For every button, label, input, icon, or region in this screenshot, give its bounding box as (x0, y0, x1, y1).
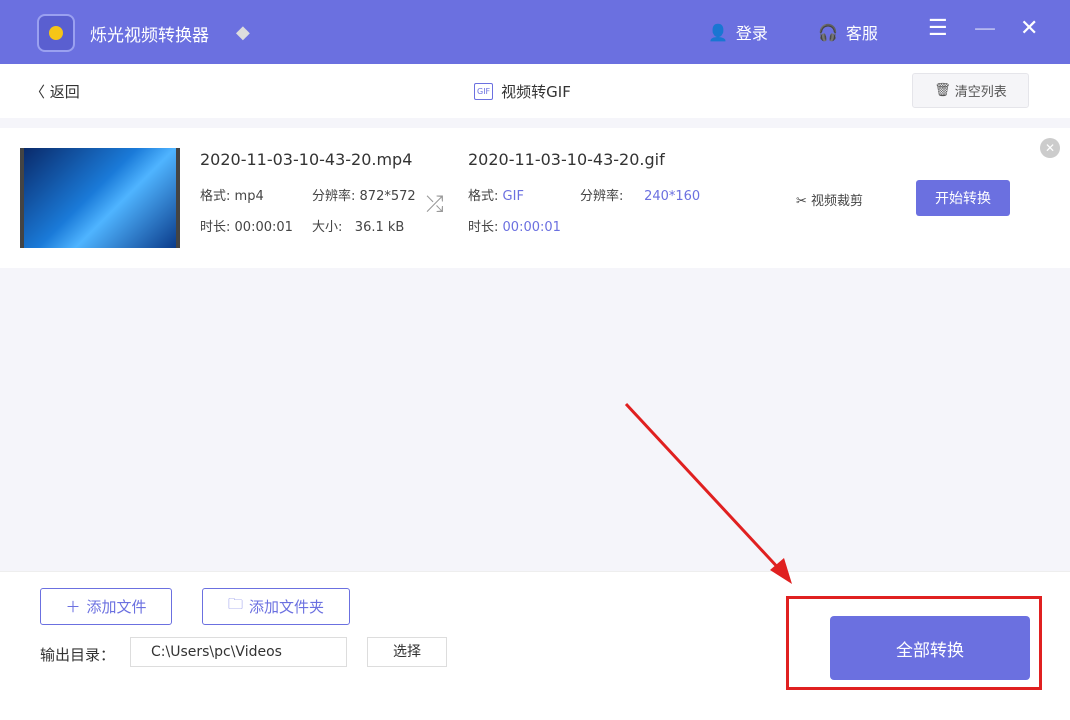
annotation-arrow (624, 402, 792, 584)
